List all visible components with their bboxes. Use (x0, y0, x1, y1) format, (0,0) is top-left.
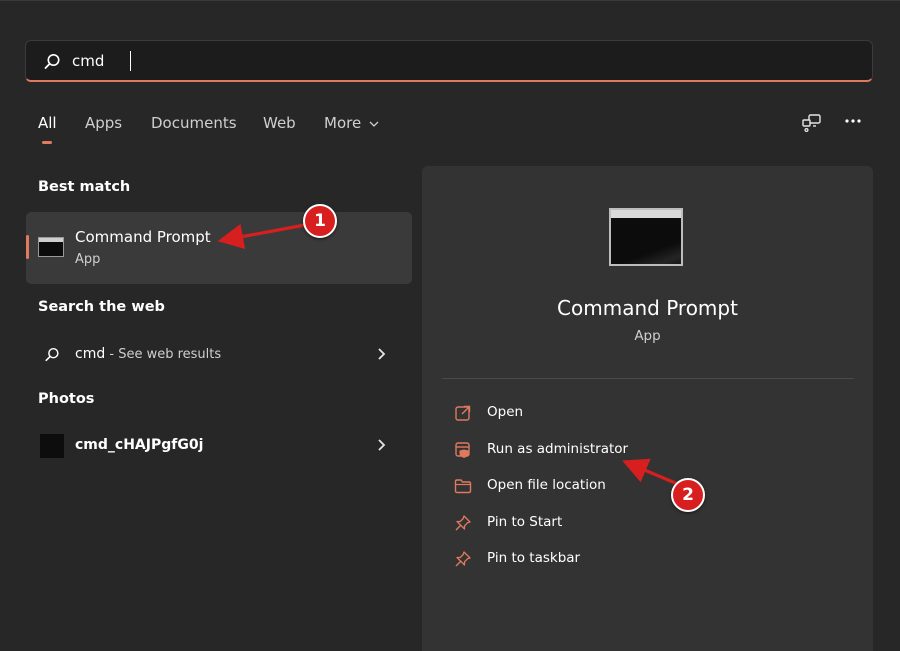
selection-accent (26, 235, 29, 259)
best-match-subtitle: App (75, 252, 101, 267)
photo-thumbnail (40, 434, 64, 458)
command-prompt-large-icon (609, 208, 683, 266)
tab-more-label: More (324, 114, 362, 132)
search-input[interactable] (72, 50, 832, 72)
best-match-item[interactable]: Command Prompt App (26, 212, 412, 284)
pin-icon (455, 551, 471, 567)
action-pin-to-taskbar-label: Pin to taskbar (487, 550, 581, 566)
search-window: All Apps Documents Web More Best match C… (0, 0, 900, 651)
annotation-badge-1: 1 (303, 204, 337, 238)
text-caret (130, 51, 131, 71)
share-devices-icon[interactable] (800, 112, 824, 134)
divider (442, 378, 854, 379)
chevron-right-icon (378, 348, 386, 360)
action-run-as-administrator-label: Run as administrator (487, 441, 629, 457)
tab-documents[interactable]: Documents (151, 114, 237, 132)
folder-icon (454, 479, 472, 494)
chevron-down-icon (369, 121, 379, 127)
action-open-label: Open (487, 404, 524, 420)
tab-apps[interactable]: Apps (85, 114, 122, 132)
web-result-label: cmd - See web results (75, 346, 221, 362)
detail-title: Command Prompt (557, 296, 738, 320)
search-icon (45, 347, 59, 362)
search-icon (44, 54, 60, 69)
tab-all[interactable]: All (38, 114, 57, 132)
tab-more[interactable]: More (324, 114, 379, 132)
chevron-right-icon (378, 439, 386, 451)
photos-heading: Photos (38, 391, 95, 407)
tab-web[interactable]: Web (263, 114, 296, 132)
admin-shield-icon (455, 442, 470, 458)
web-result-item[interactable]: cmd - See web results (26, 335, 412, 375)
action-open-file-location-label: Open file location (487, 477, 606, 493)
search-box[interactable] (25, 40, 873, 82)
more-options-icon[interactable] (842, 112, 866, 134)
annotation-badge-2: 2 (671, 478, 705, 512)
photo-result-label: cmd_cHAJPgfG0j (75, 437, 203, 453)
photo-result-item[interactable]: cmd_cHAJPgfG0j (26, 426, 412, 466)
command-prompt-icon (38, 237, 64, 257)
best-match-title: Command Prompt (75, 228, 211, 246)
web-result-suffix: - See web results (105, 347, 222, 362)
action-pin-to-start-label: Pin to Start (487, 514, 563, 530)
detail-panel: Command Prompt App Open Run as administr… (422, 166, 873, 651)
photo-result-name: cmd_cHAJPgfG0j (75, 437, 204, 453)
best-match-heading: Best match (38, 179, 131, 195)
web-result-term: cmd (75, 346, 106, 362)
search-web-heading: Search the web (38, 299, 165, 315)
detail-subtitle: App (634, 328, 661, 344)
open-external-icon (455, 405, 471, 421)
pin-icon (455, 515, 471, 531)
action-run-as-administrator[interactable]: Run as administrator (452, 437, 832, 463)
action-pin-to-taskbar[interactable]: Pin to taskbar (452, 546, 832, 572)
active-tab-indicator (42, 141, 52, 144)
action-open[interactable]: Open (452, 400, 832, 426)
action-pin-to-start[interactable]: Pin to Start (452, 510, 832, 536)
action-open-file-location[interactable]: Open file location (452, 473, 832, 499)
